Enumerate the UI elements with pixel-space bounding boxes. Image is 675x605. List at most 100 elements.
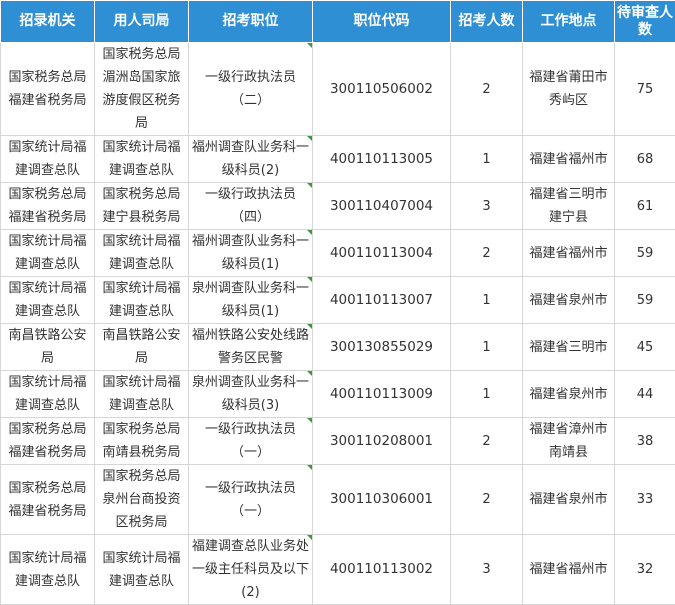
count-cell: 1	[451, 136, 523, 183]
pending-cell: 38	[615, 418, 675, 465]
header-agency: 招录机关	[1, 1, 95, 43]
code-cell-text: 300110506002	[330, 81, 433, 97]
unit-cell-text: 国家统计局福建调查总队	[102, 281, 180, 319]
location-cell-text: 福建省泉州市	[529, 492, 607, 507]
header-position: 招考职位	[189, 1, 313, 43]
table-row: 国家统计局福建调查总队国家统计局福建调查总队福建调查总队业务处一级主任科员及以下…	[1, 535, 675, 605]
location-cell: 福建省泉州市	[523, 371, 615, 418]
count-cell: 3	[451, 535, 523, 605]
position-cell-text: 福州调查队业务科一级科员(1)	[192, 234, 309, 272]
location-cell: 福建省福州市	[523, 136, 615, 183]
agency-cell-text: 国家税务总局福建省税务局	[8, 422, 86, 460]
count-cell-text: 3	[482, 562, 490, 577]
table-row: 国家税务总局福建省税务局国家税务总局湄洲岛国家旅游度假区税务局一级行政执法员（二…	[1, 43, 675, 136]
count-cell: 1	[451, 324, 523, 371]
table-row: 国家税务总局福建省税务局国家税务总局南靖县税务局一级行政执法员（一） 300110…	[1, 418, 675, 465]
unit-cell-text: 国家税务总局建宁县税务局	[102, 187, 180, 225]
comment-flag-icon	[307, 465, 312, 470]
pending-cell-text: 32	[637, 562, 654, 577]
location-cell-text: 福建省莆田市秀屿区	[529, 70, 607, 108]
count-cell: 2	[451, 230, 523, 277]
code-cell-text: 300110208001	[330, 433, 433, 449]
position-cell-text: 泉州调查队业务科一级科员(1)	[192, 281, 309, 319]
code-cell-text: 300110306001	[330, 491, 433, 507]
header-pending: 待审查人数	[615, 1, 675, 43]
count-cell-text: 2	[482, 492, 490, 507]
code-cell-text: 400110113007	[330, 292, 433, 308]
location-cell: 福建省福州市	[523, 230, 615, 277]
count-cell-text: 1	[482, 152, 490, 167]
unit-cell-text: 国家税务总局泉州台商投资区税务局	[102, 469, 180, 530]
pending-cell: 61	[615, 183, 675, 230]
unit-cell: 国家统计局福建调查总队	[95, 277, 189, 324]
location-cell-text: 福建省泉州市	[529, 293, 607, 308]
agency-cell-text: 国家税务总局福建省税务局	[8, 481, 86, 519]
unit-cell-text: 国家税务总局湄洲岛国家旅游度假区税务局	[102, 47, 180, 131]
pending-cell: 33	[615, 465, 675, 535]
table-row: 国家统计局福建调查总队国家统计局福建调查总队福州调查队业务科一级科员(1)400…	[1, 230, 675, 277]
count-cell-text: 2	[482, 246, 490, 261]
agency-cell-text: 国家统计局福建调查总队	[8, 140, 86, 178]
pending-cell: 75	[615, 43, 675, 136]
position-cell-text: 福州铁路公安处线路警务区民警	[192, 328, 309, 366]
position-cell-text: 一级行政执法员（一）	[205, 422, 296, 460]
position-cell: 福建调查总队业务处一级主任科员及以下(2)	[189, 535, 313, 605]
unit-cell-text: 国家统计局福建调查总队	[102, 140, 180, 178]
pending-cell: 44	[615, 371, 675, 418]
table-row: 国家统计局福建调查总队国家统计局福建调查总队泉州调查队业务科一级科员(1)400…	[1, 277, 675, 324]
agency-cell: 国家税务总局福建省税务局	[1, 43, 95, 136]
pending-cell-text: 68	[637, 152, 654, 167]
code-cell: 300110208001	[313, 418, 451, 465]
count-cell: 2	[451, 43, 523, 136]
location-cell-text: 福建省福州市	[529, 562, 607, 577]
agency-cell-text: 国家税务总局福建省税务局	[8, 187, 86, 225]
comment-flag-icon	[307, 277, 312, 282]
count-cell: 3	[451, 183, 523, 230]
position-cell-text: 福建调查总队业务处一级主任科员及以下(2)	[192, 539, 309, 600]
position-cell-text: 一级行政执法员（一）	[205, 481, 296, 519]
location-cell: 福建省福州市	[523, 535, 615, 605]
agency-cell: 国家统计局福建调查总队	[1, 535, 95, 605]
code-cell: 300110306001	[313, 465, 451, 535]
count-cell: 1	[451, 371, 523, 418]
count-cell-text: 1	[482, 387, 490, 402]
agency-cell: 国家统计局福建调查总队	[1, 277, 95, 324]
agency-cell-text: 国家统计局福建调查总队	[8, 375, 86, 413]
pending-cell: 68	[615, 136, 675, 183]
pending-cell: 45	[615, 324, 675, 371]
location-cell: 福建省泉州市	[523, 277, 615, 324]
location-cell: 福建省莆田市秀屿区	[523, 43, 615, 136]
code-cell: 300110506002	[313, 43, 451, 136]
table-row: 国家税务总局福建省税务局国家税务总局泉州台商投资区税务局一级行政执法员（一） 30…	[1, 465, 675, 535]
position-cell: 一级行政执法员（一）	[189, 465, 313, 535]
count-cell: 2	[451, 465, 523, 535]
code-cell-text: 400110113009	[330, 386, 433, 402]
header-unit: 用人司局	[95, 1, 189, 43]
unit-cell-text: 国家统计局福建调查总队	[102, 551, 180, 589]
count-cell: 2	[451, 418, 523, 465]
position-cell: 福州铁路公安处线路警务区民警	[189, 324, 313, 371]
position-cell-text: 福州调查队业务科一级科员(2)	[192, 140, 309, 178]
comment-flag-icon	[307, 230, 312, 235]
unit-cell: 国家统计局福建调查总队	[95, 230, 189, 277]
comment-flag-icon	[307, 418, 312, 423]
code-cell: 300110407004	[313, 183, 451, 230]
unit-cell: 国家税务总局南靖县税务局	[95, 418, 189, 465]
agency-cell: 国家统计局福建调查总队	[1, 371, 95, 418]
code-cell: 400110113004	[313, 230, 451, 277]
agency-cell-text: 南昌铁路公安局	[8, 328, 86, 366]
position-cell: 福州调查队业务科一级科员(2)	[189, 136, 313, 183]
code-cell-text: 400110113005	[330, 151, 433, 167]
agency-cell: 国家税务总局福建省税务局	[1, 465, 95, 535]
position-cell: 福州调查队业务科一级科员(1)	[189, 230, 313, 277]
pending-cell: 32	[615, 535, 675, 605]
pending-cell-text: 61	[637, 199, 654, 214]
unit-cell: 国家税务总局建宁县税务局	[95, 183, 189, 230]
position-cell-text: 一级行政执法员（二）	[205, 70, 296, 108]
location-cell-text: 福建省三明市	[529, 340, 607, 355]
header-count: 招考人数	[451, 1, 523, 43]
count-cell-text: 1	[482, 293, 490, 308]
count-cell-text: 2	[482, 434, 490, 449]
location-cell: 福建省三明市建宁县	[523, 183, 615, 230]
pending-cell-text: 33	[637, 492, 654, 507]
